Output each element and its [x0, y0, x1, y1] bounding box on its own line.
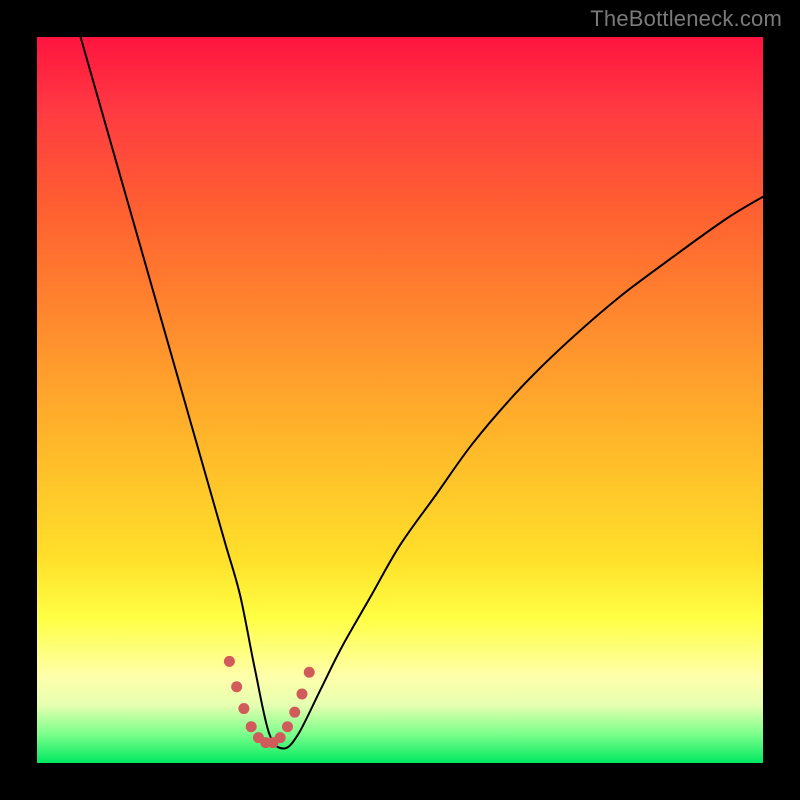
bottleneck-curve	[81, 37, 763, 748]
valley-dot	[238, 703, 249, 714]
valley-dot	[289, 707, 300, 718]
watermark-text: TheBottleneck.com	[590, 6, 782, 32]
valley-dot	[246, 721, 257, 732]
valley-dot	[304, 667, 315, 678]
valley-dot	[275, 732, 286, 743]
valley-dot	[282, 721, 293, 732]
valley-dot	[224, 656, 235, 667]
valley-dot	[231, 681, 242, 692]
chart-plot	[0, 0, 800, 800]
valley-dot	[296, 689, 307, 700]
